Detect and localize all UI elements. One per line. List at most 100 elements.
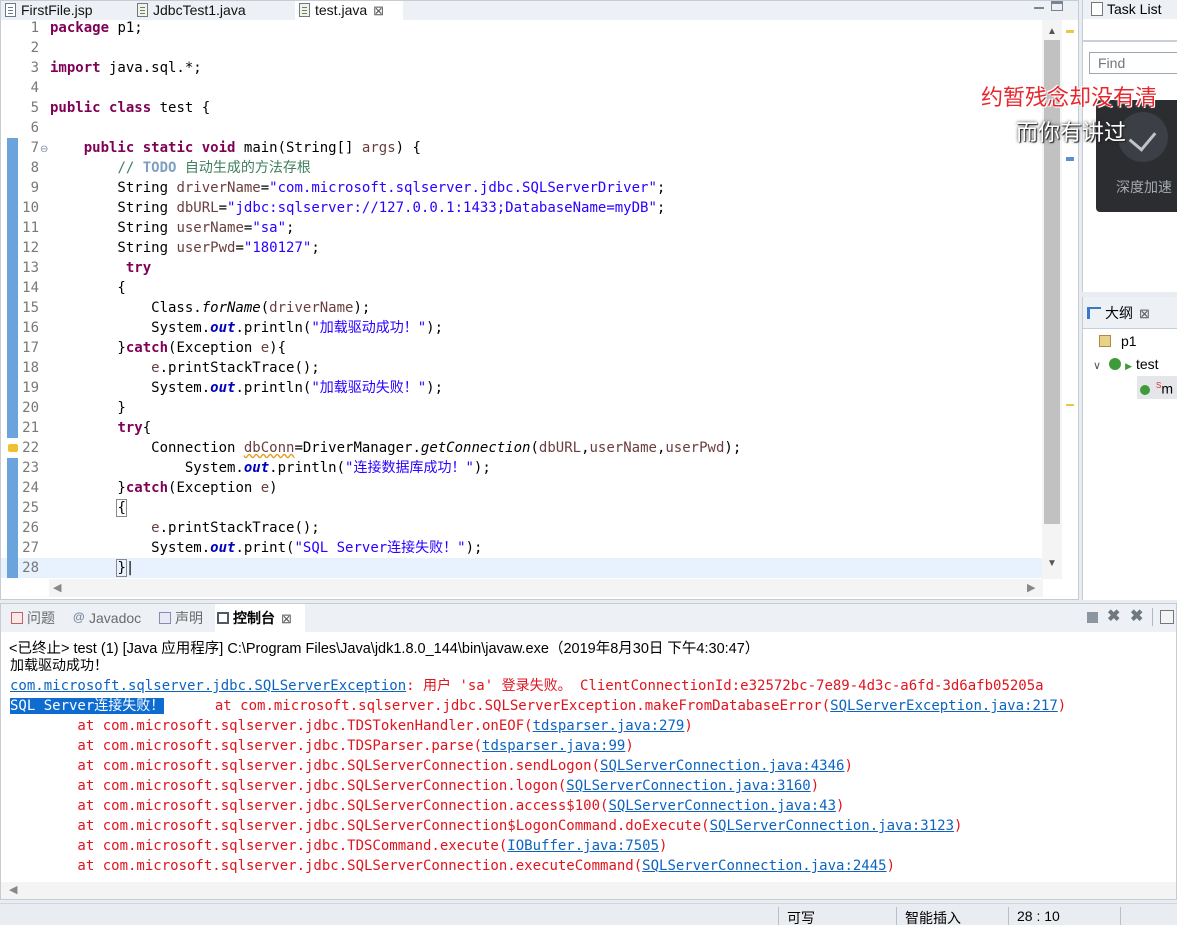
exception-link[interactable]: com.microsoft.sqlserver.jdbc.SQLServerEx… bbox=[10, 678, 406, 694]
outline-item-package[interactable]: p1 bbox=[1099, 331, 1137, 351]
scroll-left-icon[interactable]: ◀ bbox=[53, 581, 61, 594]
code-text: { bbox=[116, 499, 127, 517]
code-text: try{ bbox=[117, 420, 152, 436]
console-output[interactable]: 加载驱动成功！ com.microsoft.sqlserver.jdbc.SQL… bbox=[1, 654, 1176, 884]
outline-item-method[interactable]: Sm bbox=[1137, 376, 1177, 399]
terminate-icon[interactable] bbox=[1087, 612, 1098, 623]
code-editor: FirstFile.jsp JdbcTest1.java test.java ⊠ … bbox=[0, 0, 1079, 600]
source-link[interactable]: tdsparser.java:99 bbox=[482, 738, 625, 754]
chevron-down-icon[interactable]: ∨ bbox=[1093, 360, 1101, 372]
tab-label: JdbcTest1.java bbox=[153, 2, 246, 18]
declaration-icon bbox=[159, 612, 171, 624]
minimize-icon[interactable] bbox=[1032, 1, 1046, 13]
console-icon bbox=[217, 612, 229, 624]
source-link[interactable]: SQLServerConnection.java:43 bbox=[608, 798, 836, 814]
console-horizontal-scrollbar[interactable]: ◀ bbox=[1, 882, 1176, 899]
code-text: try bbox=[125, 260, 152, 276]
status-bar: 可写 智能插入 28 : 10 bbox=[0, 903, 1177, 925]
writable-status: 可写 bbox=[787, 910, 815, 925]
problems-icon bbox=[11, 612, 23, 624]
code-line: 10 String dbURL="jdbc:sqlserver://127.0.… bbox=[1, 198, 1042, 218]
source-link[interactable]: SQLServerConnection.java:2445 bbox=[642, 858, 886, 874]
java-file-icon bbox=[137, 3, 148, 17]
editor-tab-bar: FirstFile.jsp JdbcTest1.java test.java ⊠ bbox=[1, 1, 1078, 20]
remove-launch-icon[interactable]: ✖ bbox=[1107, 609, 1121, 625]
source-link[interactable]: IOBuffer.java:7505 bbox=[507, 838, 659, 854]
code-line: 6 bbox=[30, 120, 39, 136]
overview-warning-mark[interactable] bbox=[1066, 30, 1074, 33]
eclipse-window: FirstFile.jsp JdbcTest1.java test.java ⊠ … bbox=[0, 0, 1177, 925]
code-text: String userName="sa"; bbox=[50, 220, 295, 236]
stack-line: at com.microsoft.sqlserver.jdbc.SQLServe… bbox=[10, 778, 820, 794]
code-text: Class.forName(driverName); bbox=[50, 300, 371, 316]
code-text: System.out.println("连接数据库成功！"); bbox=[50, 460, 491, 476]
source-link[interactable]: SQLServerException.java:217 bbox=[830, 698, 1058, 714]
outline-icon bbox=[1087, 307, 1101, 319]
code-text: System.out.print("SQL Server连接失败！"); bbox=[50, 540, 483, 556]
code-line: 4 bbox=[30, 80, 39, 96]
open-console-icon[interactable] bbox=[1160, 610, 1174, 624]
source-link[interactable]: SQLServerConnection.java:3160 bbox=[566, 778, 810, 794]
console-panel: 问题 @ Javadoc 声明 控制台 ⊠ ✖ ✖ <已终止> test (1) [… bbox=[0, 603, 1177, 900]
tab-declaration[interactable]: 声明 bbox=[157, 604, 203, 632]
scroll-right-icon[interactable]: ▶ bbox=[1027, 581, 1035, 594]
close-console-icon[interactable]: ⊠ bbox=[281, 605, 292, 633]
scroll-up-icon[interactable]: ▲ bbox=[1047, 26, 1057, 37]
close-tab-icon[interactable]: ⊠ bbox=[373, 2, 384, 20]
find-input[interactable] bbox=[1089, 52, 1177, 74]
tab-console[interactable]: 控制台 ⊠ bbox=[215, 604, 305, 632]
run-icon: ▶ bbox=[1125, 361, 1132, 371]
code-line: 14 { bbox=[1, 278, 1042, 298]
overview-warning-mark[interactable] bbox=[1066, 404, 1074, 406]
maximize-icon[interactable] bbox=[1051, 1, 1063, 11]
code-line: 7 ⊖ public static void main(String[] args… bbox=[1, 138, 1042, 158]
tab-javadoc[interactable]: @ Javadoc bbox=[71, 604, 141, 632]
source-link[interactable]: SQLServerConnection.java:4346 bbox=[600, 758, 844, 774]
code-text: }| bbox=[116, 559, 135, 577]
outline-item-class[interactable]: ∨ ▶ test bbox=[1093, 354, 1159, 376]
task-list-tab[interactable]: Task List bbox=[1083, 0, 1177, 19]
code-text: { bbox=[50, 280, 126, 296]
package-icon bbox=[1099, 335, 1111, 347]
remove-all-launches-icon[interactable]: ✖ bbox=[1130, 609, 1144, 625]
outline-panel: 大纲 ⊠ p1 ∨ ▶ test Sm bbox=[1082, 297, 1177, 600]
code-line: 15 Class.forName(driverName); bbox=[1, 298, 1042, 318]
stack-line: at com.microsoft.sqlserver.jdbc.TDSComma… bbox=[10, 838, 668, 854]
insert-mode-status[interactable]: 智能插入 bbox=[905, 908, 961, 925]
tab-test-java[interactable]: test.java ⊠ bbox=[295, 1, 403, 20]
javadoc-icon: @ bbox=[73, 610, 85, 624]
code-line: 11 String userName="sa"; bbox=[1, 218, 1042, 238]
code-line: 20 } bbox=[1, 398, 1042, 418]
scroll-left-icon[interactable]: ◀ bbox=[9, 883, 17, 896]
fold-icon[interactable]: ⊖ bbox=[40, 140, 48, 160]
outline-tab[interactable]: 大纲 ⊠ bbox=[1083, 297, 1177, 329]
code-text: import java.sql.*; bbox=[50, 60, 202, 76]
close-outline-icon[interactable]: ⊠ bbox=[1139, 298, 1150, 330]
code-text: }catch(Exception e){ bbox=[50, 340, 287, 356]
code-line: 23 System.out.println("连接数据库成功！"); bbox=[1, 458, 1042, 478]
code-line: 9 String driverName="com.microsoft.sqlse… bbox=[1, 178, 1042, 198]
overview-task-mark[interactable] bbox=[1066, 157, 1074, 161]
code-line: 25 { bbox=[1, 498, 1042, 518]
code-line: 8 // TODO 自动生成的方法存根 bbox=[1, 158, 1042, 178]
code-line: 26 e.printStackTrace(); bbox=[1, 518, 1042, 538]
editor-horizontal-scrollbar[interactable]: ◀ ▶ bbox=[49, 579, 1043, 597]
source-link[interactable]: SQLServerConnection.java:3123 bbox=[710, 818, 954, 834]
code-text: e.printStackTrace(); bbox=[151, 520, 320, 536]
tab-jdbctest1-java[interactable]: JdbcTest1.java bbox=[133, 1, 291, 20]
code-text: System.out.println("加载驱动成功！"); bbox=[50, 320, 444, 336]
scroll-thumb[interactable] bbox=[1044, 40, 1060, 524]
code-line: 18 e.printStackTrace(); bbox=[1, 358, 1042, 378]
code-line: 1 package p1; bbox=[30, 20, 143, 36]
code-text: public static void main(String[] args) { bbox=[83, 140, 421, 156]
selected-text[interactable]: SQL Server连接失败！ bbox=[10, 698, 165, 714]
scroll-down-icon[interactable]: ▼ bbox=[1047, 558, 1057, 569]
tab-firstfile-jsp[interactable]: FirstFile.jsp bbox=[1, 1, 131, 20]
code-line: 13 try bbox=[1, 258, 1042, 278]
tab-problems[interactable]: 问题 bbox=[9, 604, 55, 632]
source-link[interactable]: tdsparser.java:279 bbox=[533, 718, 685, 734]
code-line-current: 28 }| bbox=[1, 558, 1042, 578]
code-area[interactable]: 1 package p1; 2 3 import java.sql.*; 4 5 pu… bbox=[1, 20, 1042, 579]
stack-line: at com.microsoft.sqlserver.jdbc.SQLServe… bbox=[10, 858, 896, 874]
task-list-icon bbox=[1091, 2, 1103, 16]
